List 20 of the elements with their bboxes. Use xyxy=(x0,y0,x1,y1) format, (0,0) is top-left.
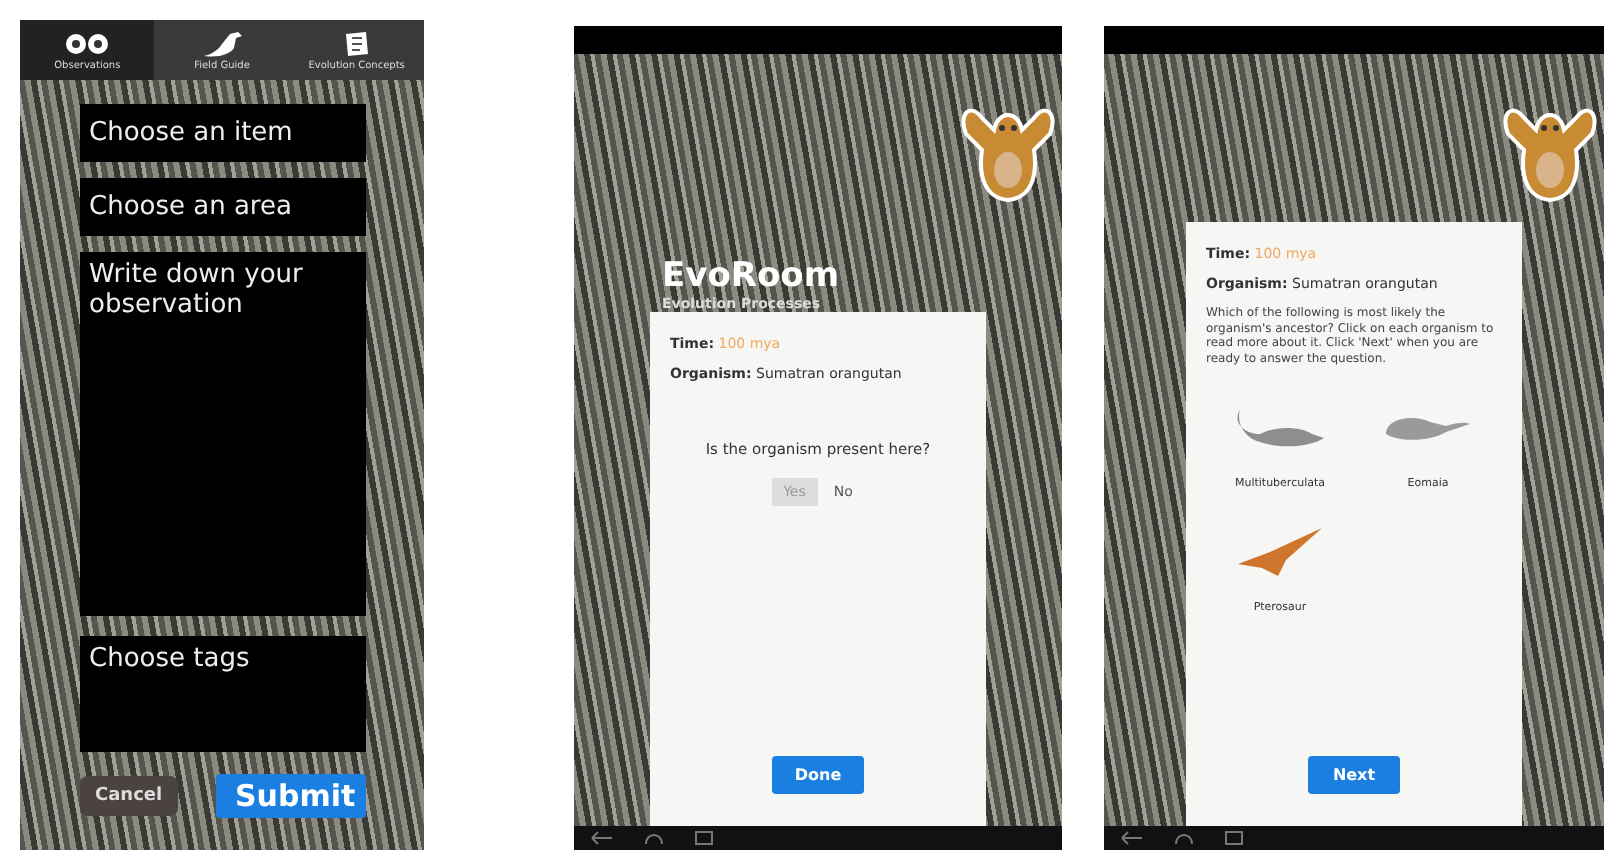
done-button[interactable]: Done xyxy=(772,756,864,794)
book-icon xyxy=(340,29,373,57)
home-icon xyxy=(1172,830,1196,846)
tags-field[interactable]: Choose tags xyxy=(79,636,365,752)
recent-apps-icon xyxy=(1224,830,1248,846)
select-field[interactable]: Choose an area xyxy=(79,178,365,236)
back-icon xyxy=(590,830,614,846)
cancel-button[interactable]: Cancel xyxy=(79,776,179,816)
binoculars-icon xyxy=(64,29,111,57)
recent-apps-icon xyxy=(694,830,718,846)
rodent-drawing xyxy=(1386,417,1470,439)
select-field[interactable]: Choose an item xyxy=(79,104,365,162)
lizard-drawing xyxy=(1234,408,1326,448)
home-icon xyxy=(642,830,666,846)
pterosaur-drawing xyxy=(1238,528,1322,576)
submit-button[interactable]: Submit xyxy=(215,774,365,818)
app-title: EvoRoom xyxy=(662,258,840,296)
observation-field[interactable]: Write down your observation xyxy=(79,252,365,616)
back-icon xyxy=(1120,830,1144,846)
next-button[interactable]: Next xyxy=(1308,756,1400,794)
